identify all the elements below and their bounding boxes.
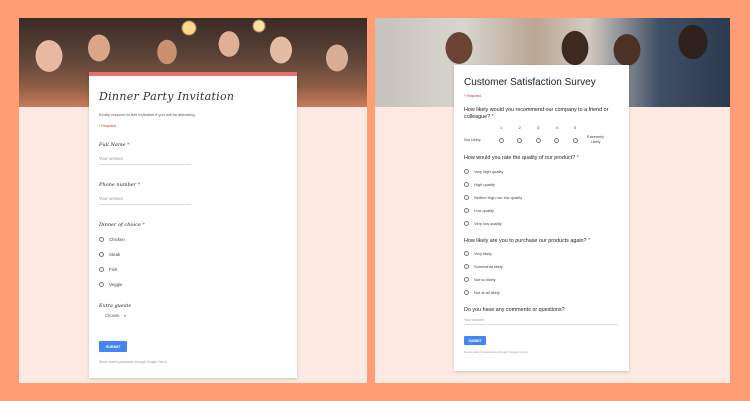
question-label: Extra guests (99, 303, 131, 309)
scale-numbers: 1 2 3 4 5 (492, 125, 629, 130)
radio-button[interactable] (99, 282, 104, 287)
radio-button[interactable] (99, 267, 104, 272)
submit-button[interactable]: SUBMIT (99, 341, 127, 352)
radio-option-low-quality[interactable]: Low quality (464, 208, 629, 213)
radio-label: Neither high nor low quality (474, 195, 523, 200)
required-note: * Required (99, 124, 116, 128)
question-purchase-again: How likely are you to purchase our produ… (454, 238, 629, 295)
scale-radio-1[interactable] (498, 137, 504, 143)
radio-label: High quality (474, 182, 495, 187)
question-label: Do you have any comments or questions? (464, 307, 565, 313)
scale-number: 4 (555, 125, 558, 130)
form-title: Dinner Party Invitation (99, 90, 235, 103)
dinner-form-card: Dinner Party Invitation Kindly respond t… (89, 72, 297, 378)
radio-label: Fish (109, 267, 118, 272)
required-note: * Required (464, 94, 481, 98)
question-recommend-likelihood: How likely would you recommend our compa… (454, 107, 629, 145)
radio-label: Low quality (474, 208, 495, 213)
question-product-quality: How would you rate the quality of our pr… (454, 155, 629, 226)
radio-option-veggie[interactable]: Veggie (99, 282, 297, 287)
full-name-input[interactable]: Your answer (99, 156, 191, 165)
radio-label: Not at all likely (474, 290, 500, 295)
radio-option-very-likely[interactable]: Very likely (464, 251, 629, 256)
radio-label: Chicken (109, 237, 125, 242)
survey-form-screenshot: Customer Satisfaction Survey * Required … (375, 18, 730, 383)
scale-radio-4[interactable] (554, 137, 560, 143)
radio-option-not-so-likely[interactable]: Not so likely (464, 277, 629, 282)
radio-label: Very low quality (474, 221, 502, 226)
radio-option-somewhat-likely[interactable]: Somewhat likely (464, 264, 629, 269)
radio-button[interactable] (464, 221, 469, 226)
question-label: How likely are you to purchase our produ… (464, 238, 587, 244)
required-star: * (142, 222, 145, 228)
required-star: * (127, 142, 130, 148)
radio-button[interactable] (464, 208, 469, 213)
radio-button[interactable] (464, 182, 469, 187)
radio-button[interactable] (464, 251, 469, 256)
question-label: Phone number (99, 182, 137, 188)
radio-button[interactable] (464, 264, 469, 269)
question-full-name: Full Name * Your answer (89, 142, 297, 165)
radio-option-high-quality[interactable]: High quality (464, 182, 629, 187)
radio-option-very-high-quality[interactable]: Very high quality (464, 169, 629, 174)
radio-label: Somewhat likely (474, 264, 503, 269)
phone-number-input[interactable]: Your answer (99, 196, 191, 205)
footer-note: Never submit passwords through Google Fo… (99, 360, 168, 364)
radio-label: Steak (109, 252, 121, 257)
scale-low-label: Not Likely (464, 138, 481, 142)
radio-label: Not so likely (474, 277, 496, 282)
chevron-down-icon (124, 314, 127, 317)
dinner-form-screenshot: Dinner Party Invitation Kindly respond t… (19, 18, 367, 383)
radio-option-chicken[interactable]: Chicken (99, 237, 297, 242)
question-extra-guests: Extra guests Choose (89, 303, 297, 318)
scale-radio-2[interactable] (517, 137, 523, 143)
radio-option-very-low-quality[interactable]: Very low quality (464, 221, 629, 226)
scale-high-label: Extremely Likely (587, 135, 604, 144)
radio-button[interactable] (99, 237, 104, 242)
footer-note: Never submit passwords through Google Fo… (464, 350, 529, 354)
question-dinner-of-choice: Dinner of choice * Chicken Steak Fish Ve… (89, 222, 297, 287)
question-label: Full Name (99, 142, 126, 148)
radio-option-neither-quality[interactable]: Neither high nor low quality (464, 195, 629, 200)
required-star: * (137, 182, 141, 188)
radio-option-fish[interactable]: Fish (99, 267, 297, 272)
scale-number: 5 (574, 125, 577, 130)
required-star: * (588, 238, 591, 244)
question-comments: Do you have any comments or questions? Y… (454, 307, 629, 325)
scale-number: 2 (518, 125, 521, 130)
required-star: * (491, 114, 494, 120)
radio-label: Very likely (474, 251, 493, 256)
required-star: * (576, 155, 579, 161)
radio-button[interactable] (464, 277, 469, 282)
radio-button[interactable] (99, 252, 104, 257)
radio-button[interactable] (464, 195, 469, 200)
question-phone-number: Phone number * Your answer (89, 182, 297, 205)
linear-scale-row: Not Likely Extremely Likely (464, 135, 629, 145)
question-label: How likely would you recommend our compa… (464, 107, 609, 120)
form-description: Kindly respond to this invitation if you… (99, 112, 196, 117)
question-label: Dinner of choice (99, 222, 141, 228)
scale-number: 1 (500, 125, 503, 130)
scale-radio-3[interactable] (535, 137, 541, 143)
form-title: Customer Satisfaction Survey (464, 77, 596, 88)
dropdown-value: Choose (105, 313, 120, 318)
radio-label: Veggie (109, 282, 123, 287)
radio-button[interactable] (464, 290, 469, 295)
submit-button[interactable]: SUBMIT (464, 336, 486, 345)
radio-option-not-at-all-likely[interactable]: Not at all likely (464, 290, 629, 295)
radio-button[interactable] (464, 169, 469, 174)
radio-option-steak[interactable]: Steak (99, 252, 297, 257)
survey-form-card: Customer Satisfaction Survey * Required … (454, 65, 629, 371)
scale-radio-5[interactable] (572, 137, 578, 143)
question-label: How would you rate the quality of our pr… (464, 155, 576, 161)
scale-number: 3 (537, 125, 540, 130)
radio-label: Very high quality (474, 169, 504, 174)
extra-guests-dropdown[interactable]: Choose (105, 313, 297, 318)
comments-input[interactable]: Your answer (464, 318, 619, 325)
